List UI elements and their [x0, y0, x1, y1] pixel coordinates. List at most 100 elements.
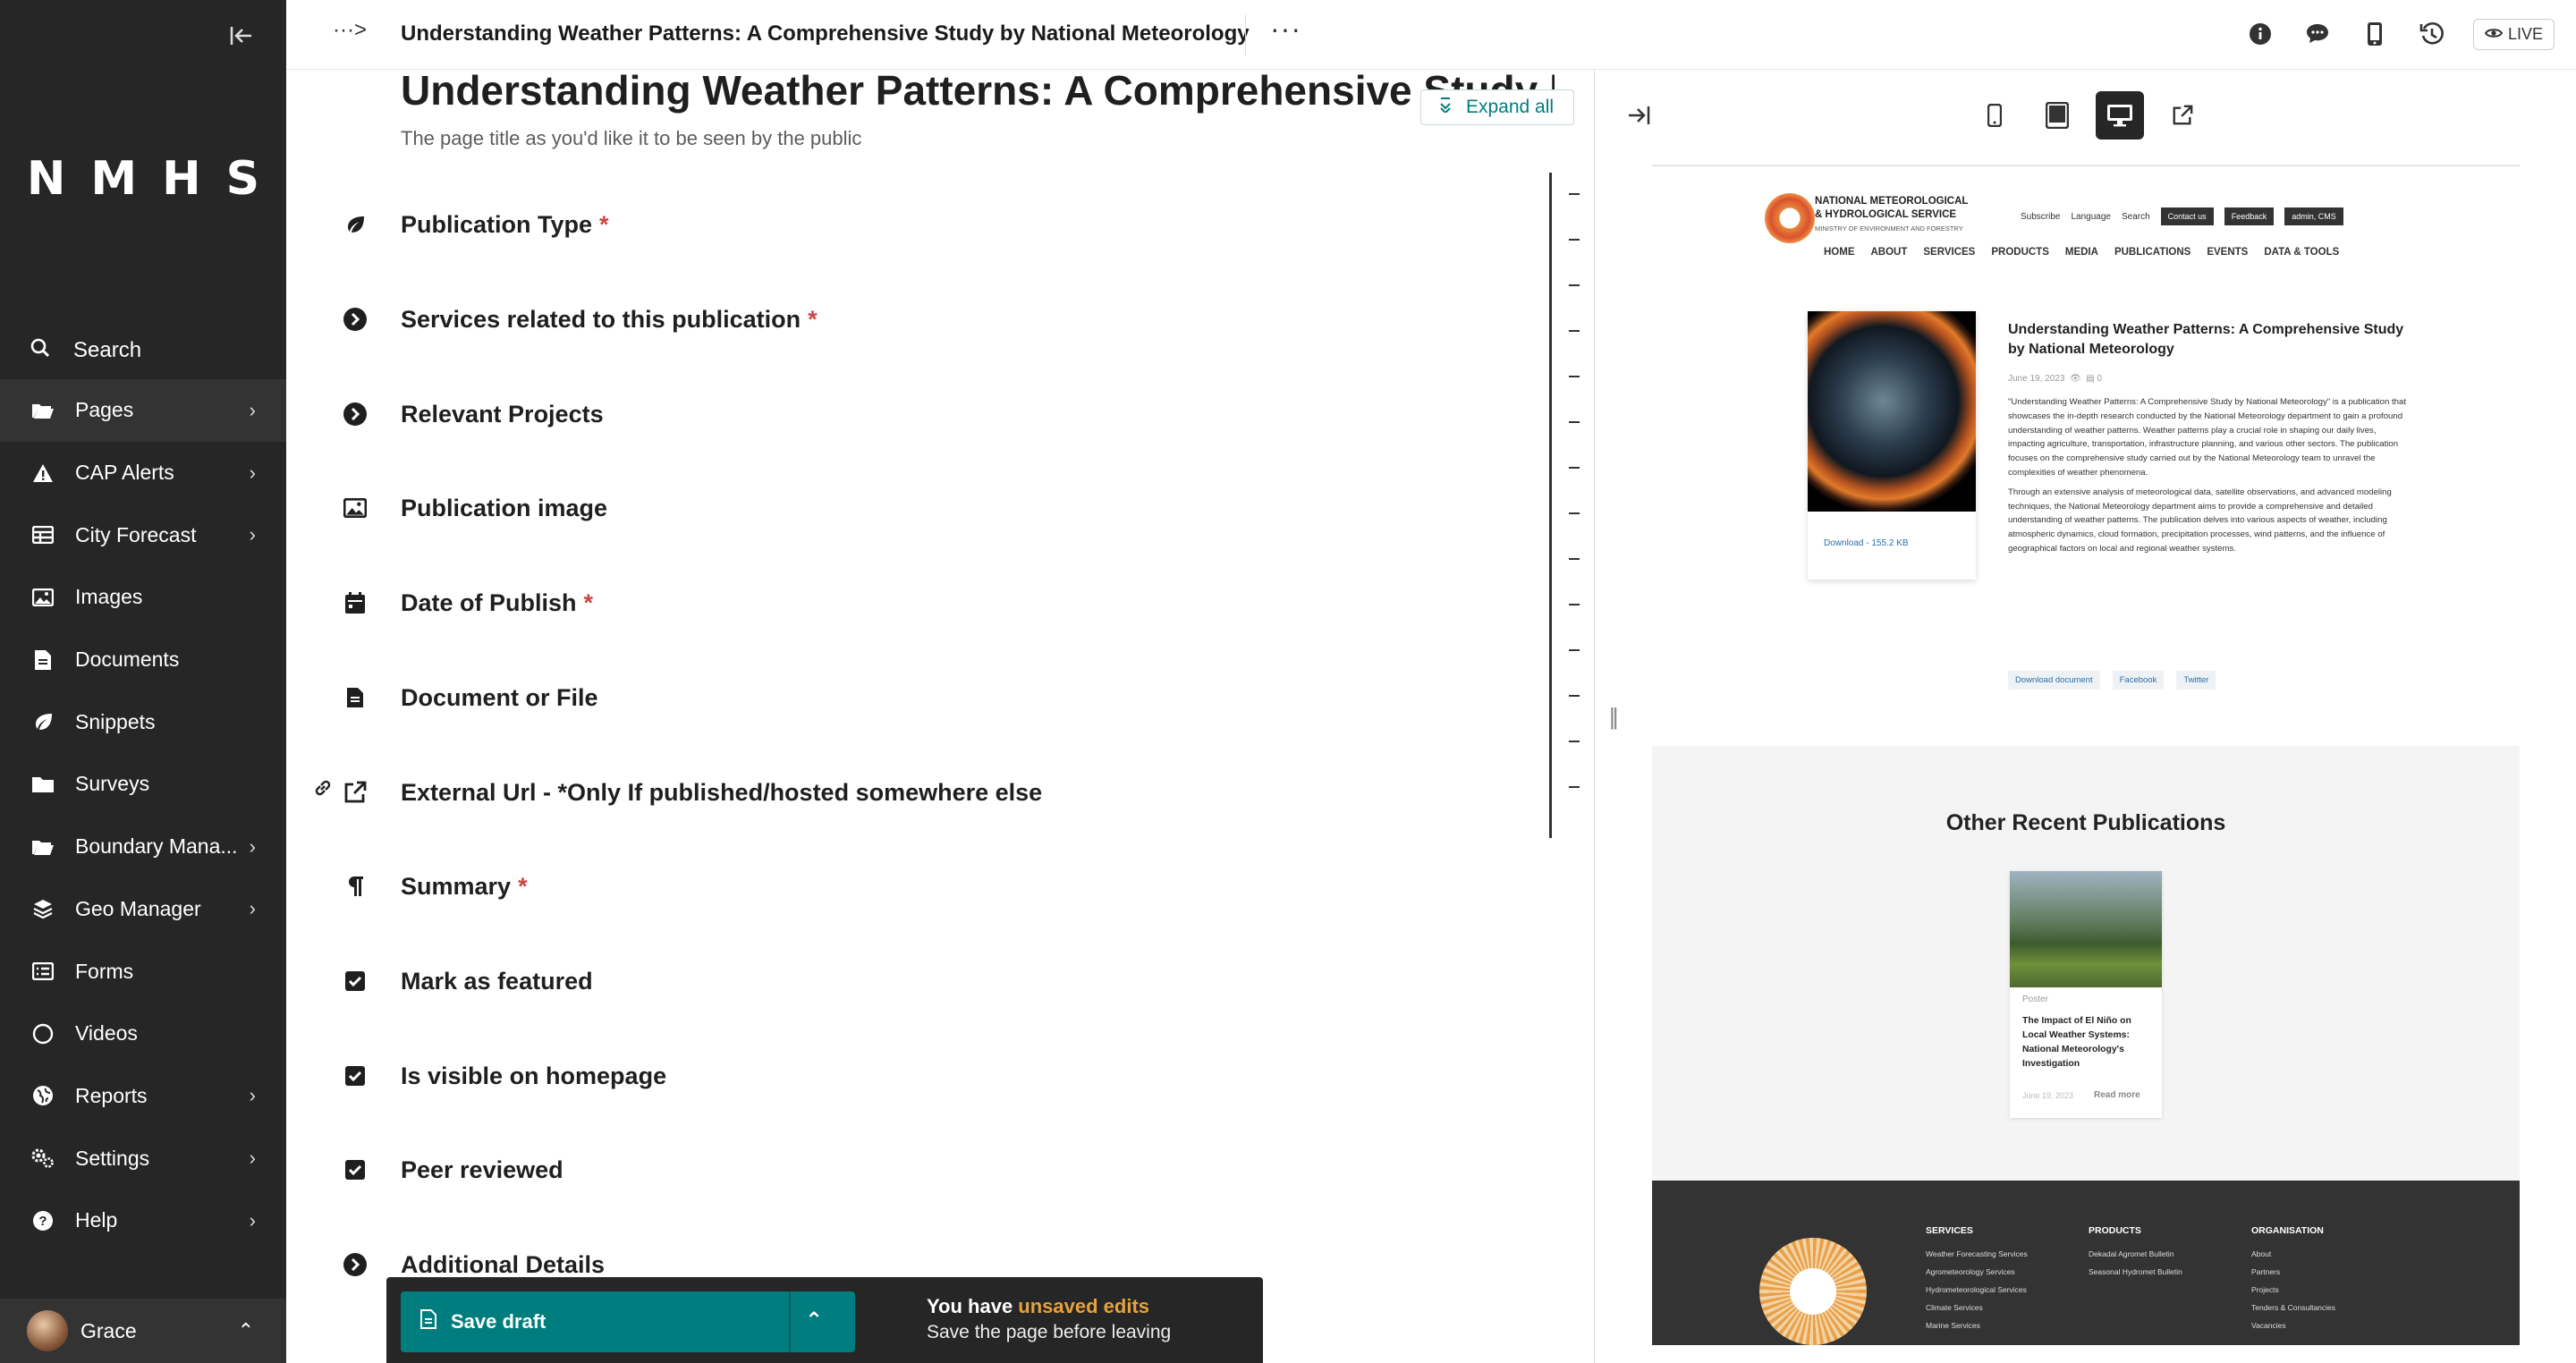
- minimap-tick[interactable]: [1569, 695, 1580, 697]
- sidebar-search[interactable]: Search: [30, 333, 141, 368]
- minimap-tick[interactable]: [1569, 604, 1580, 605]
- minimap-tick[interactable]: [1569, 284, 1580, 286]
- expand-all-button[interactable]: Expand all: [1420, 89, 1575, 125]
- site-admin-button[interactable]: admin, CMS: [2284, 207, 2343, 225]
- more-actions-button[interactable]: ···: [1270, 13, 1301, 46]
- download-link[interactable]: Download - 155.2 KB: [1824, 538, 1909, 548]
- minimap-tick[interactable]: [1569, 467, 1580, 469]
- minimap-tick[interactable]: [1569, 741, 1580, 742]
- footer-link[interactable]: Partners: [2251, 1263, 2335, 1281]
- footer-link[interactable]: Agrometeorology Services: [1926, 1263, 2028, 1281]
- twitter-share-button[interactable]: Twitter: [2176, 671, 2216, 690]
- site-subscribe-link[interactable]: Subscribe: [2021, 212, 2060, 222]
- sidebar-item-images[interactable]: Images: [0, 566, 286, 629]
- sidebar-item-surveys[interactable]: Surveys: [0, 753, 286, 816]
- info-icon[interactable]: [2244, 18, 2276, 50]
- footer-link[interactable]: Dekadal Agromet Bulletin: [2089, 1245, 2182, 1263]
- site-feedback-button[interactable]: Feedback: [2224, 207, 2275, 225]
- field-mark-as-featured[interactable]: Mark as featured: [340, 959, 593, 1003]
- field-relevant-projects[interactable]: Relevant Projects: [340, 392, 604, 436]
- minimap-tick[interactable]: [1569, 512, 1580, 514]
- minimap-tick[interactable]: [1569, 239, 1580, 241]
- tablet-device-icon[interactable]: [2033, 91, 2081, 140]
- sidebar-item-boundary-manager[interactable]: Boundary Mana... ›: [0, 816, 286, 878]
- card-title[interactable]: The Impact of El Niño on Local Weather S…: [2022, 1014, 2153, 1071]
- sidebar-item-pages[interactable]: Pages ›: [0, 379, 286, 442]
- publication-card[interactable]: Poster The Impact of El Niño on Local We…: [2010, 871, 2162, 1118]
- site-nav-item[interactable]: PUBLICATIONS: [2114, 247, 2190, 258]
- field-summary[interactable]: Summary *: [340, 864, 528, 909]
- minimap-tick[interactable]: [1569, 330, 1580, 332]
- site-nav-item[interactable]: EVENTS: [2207, 247, 2248, 258]
- site-language-link[interactable]: Language: [2071, 212, 2111, 222]
- minimap-tick[interactable]: [1569, 786, 1580, 788]
- nmhs-logo[interactable]: [1765, 193, 1815, 243]
- comments-icon[interactable]: [2301, 18, 2334, 50]
- sidebar-item-help[interactable]: ? Help ›: [0, 1189, 286, 1252]
- resize-handle[interactable]: ||: [1609, 703, 1618, 731]
- unsaved-highlight: unsaved edits: [1018, 1295, 1150, 1317]
- collapse-sidebar-icon[interactable]: [224, 20, 259, 55]
- read-more-link[interactable]: Read more: [2094, 1090, 2140, 1100]
- site-nav-item[interactable]: SERVICES: [1923, 247, 1975, 258]
- sidebar-item-city-forecast[interactable]: City Forecast ›: [0, 504, 286, 566]
- collapse-preview-icon[interactable]: [1627, 104, 1650, 131]
- footer-link[interactable]: Hydrometeorological Services: [1926, 1281, 2028, 1299]
- footer-link[interactable]: Weather Forecasting Services: [1926, 1245, 2028, 1263]
- footer-link[interactable]: About: [2251, 1245, 2335, 1263]
- footer-link[interactable]: Climate Services: [1926, 1299, 2028, 1316]
- minimap-track[interactable]: [1549, 173, 1552, 838]
- footer-link[interactable]: Tenders & Consultancies: [2251, 1299, 2335, 1316]
- footer-link[interactable]: Projects: [2251, 1281, 2335, 1299]
- facebook-share-button[interactable]: Facebook: [2112, 671, 2165, 690]
- sidebar-item-reports[interactable]: Reports ›: [0, 1065, 286, 1128]
- history-icon[interactable]: [2416, 18, 2448, 50]
- link-icon[interactable]: [313, 778, 333, 802]
- open-in-new-tab-icon[interactable]: [2158, 91, 2207, 140]
- footer-link[interactable]: Marine Services: [1926, 1316, 2028, 1334]
- site-nav-item[interactable]: HOME: [1824, 247, 1855, 258]
- minimap-tick[interactable]: [1569, 376, 1580, 377]
- field-external-url[interactable]: External Url - *Only If published/hosted…: [340, 770, 1042, 815]
- site-search-link[interactable]: Search: [2122, 212, 2150, 222]
- field-document-or-file[interactable]: Document or File: [340, 675, 598, 720]
- footer-link[interactable]: Vacancies: [2251, 1316, 2335, 1334]
- minimap-tick[interactable]: [1569, 193, 1580, 195]
- sidebar-item-forms[interactable]: Forms: [0, 940, 286, 1003]
- site-nav-item[interactable]: ABOUT: [1871, 247, 1908, 258]
- sidebar-item-snippets[interactable]: Snippets: [0, 690, 286, 753]
- title-input[interactable]: Understanding Weather Patterns: A Compre…: [401, 70, 1555, 123]
- sidebar-item-videos[interactable]: Videos: [0, 1003, 286, 1065]
- field-publication-type[interactable]: Publication Type *: [340, 202, 609, 247]
- site-footer: SERVICES Weather Forecasting Services Ag…: [1652, 1181, 2520, 1345]
- desktop-device-icon[interactable]: [2096, 91, 2144, 140]
- sidebar-item-cap-alerts[interactable]: CAP Alerts ›: [0, 442, 286, 504]
- account-menu[interactable]: Grace ⌃: [0, 1299, 286, 1363]
- site-contact-button[interactable]: Contact us: [2160, 207, 2214, 225]
- minimap-tick[interactable]: [1569, 649, 1580, 651]
- chevron-up-icon[interactable]: ⌃: [805, 1308, 823, 1333]
- footer-link[interactable]: Seasonal Hydromet Bulletin: [2089, 1263, 2182, 1281]
- sidebar-item-label: Documents: [75, 648, 180, 672]
- mobile-device-icon[interactable]: [1970, 91, 2019, 140]
- site-nav-item[interactable]: DATA & TOOLS: [2264, 247, 2339, 258]
- field-services[interactable]: Services related to this publication *: [340, 297, 818, 342]
- download-document-button[interactable]: Download document: [2008, 671, 2100, 690]
- sidebar-item-geo-manager[interactable]: Geo Manager ›: [0, 878, 286, 941]
- sidebar-item-documents[interactable]: Documents: [0, 629, 286, 691]
- field-visible-on-homepage[interactable]: Is visible on homepage: [340, 1054, 666, 1098]
- field-peer-reviewed[interactable]: Peer reviewed: [340, 1147, 564, 1192]
- chevron-right-icon: ›: [249, 1208, 256, 1232]
- sidebar-item-settings[interactable]: Settings ›: [0, 1127, 286, 1189]
- minimap-tick[interactable]: [1569, 421, 1580, 423]
- minimap-tick[interactable]: [1569, 558, 1580, 560]
- site-nav-item[interactable]: MEDIA: [2065, 247, 2098, 258]
- mobile-preview-icon[interactable]: [2359, 18, 2391, 50]
- live-status-badge[interactable]: LIVE: [2472, 18, 2555, 50]
- site-logo[interactable]: NMHS: [0, 152, 286, 206]
- field-date-of-publish[interactable]: Date of Publish *: [340, 580, 593, 625]
- save-draft-button[interactable]: Save draft ⌃: [401, 1291, 855, 1352]
- field-publication-image[interactable]: Publication image: [340, 486, 607, 530]
- breadcrumb-toggle-icon[interactable]: ···>: [333, 18, 367, 43]
- site-nav-item[interactable]: PRODUCTS: [1991, 247, 2049, 258]
